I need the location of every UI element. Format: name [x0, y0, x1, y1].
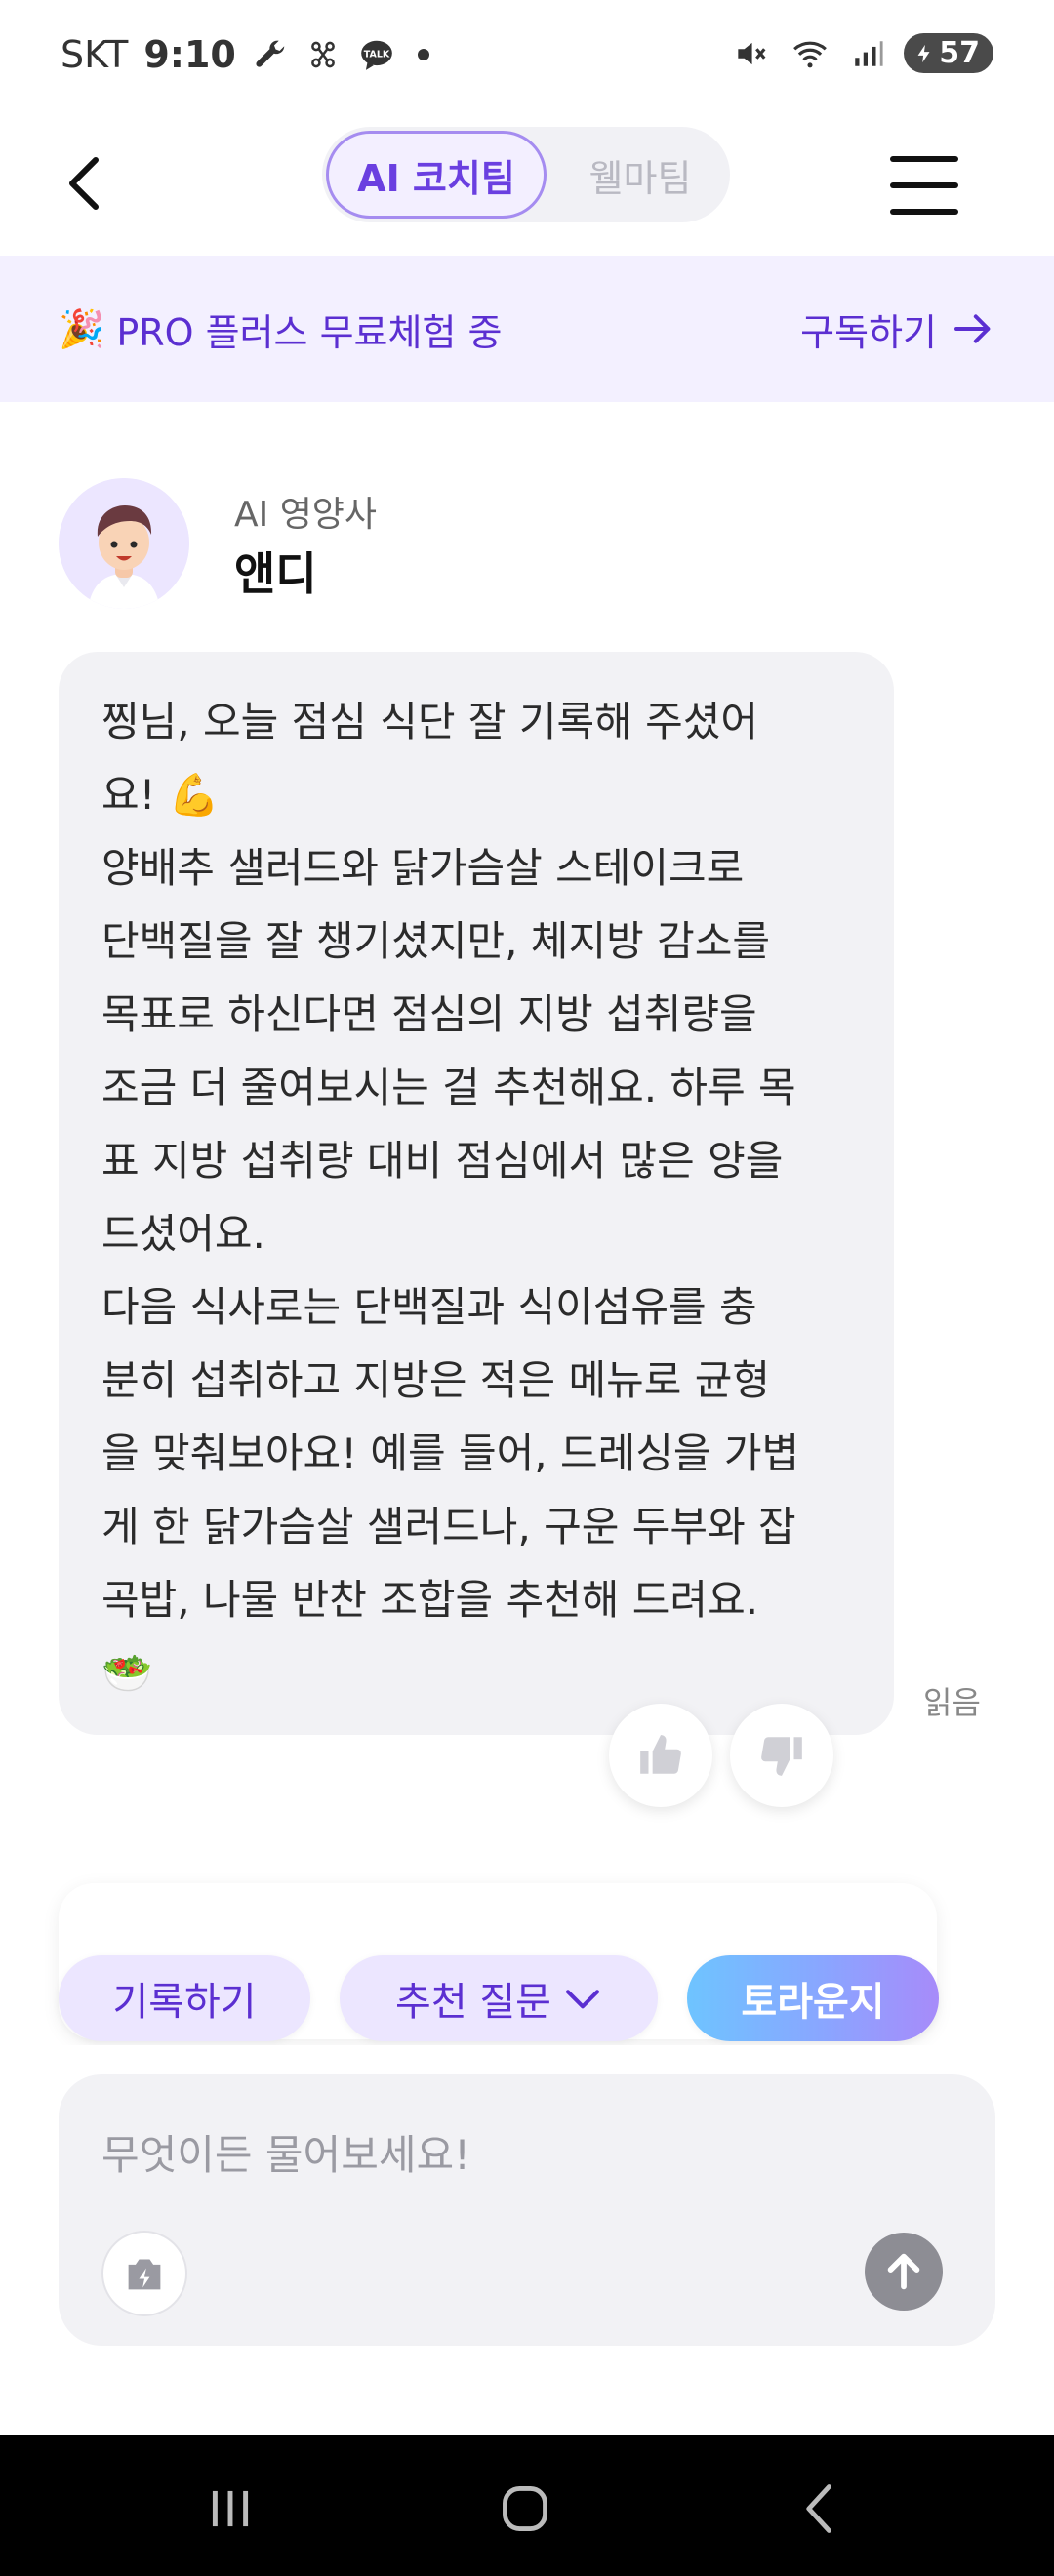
promo-info: 🎉 PRO 플러스 무료체험 중 — [59, 302, 502, 356]
mute-icon — [738, 42, 766, 64]
message-line: 조금 더 줄여보시는 걸 추천해요. 하루 목 — [101, 1064, 796, 1111]
home-button[interactable] — [486, 2475, 564, 2543]
tab-ai-coach-team[interactable]: AI 코치팀 — [326, 131, 547, 219]
recent-apps-button[interactable] — [191, 2475, 269, 2543]
signal-icon — [855, 40, 883, 66]
arrow-right-icon — [954, 314, 991, 343]
wrench-icon — [256, 40, 285, 67]
suggested-questions-chip[interactable]: 추천 질문 — [340, 1955, 658, 2041]
message-line: 분히 섭취하고 지방은 적은 메뉴로 균형 — [101, 1356, 770, 1404]
camera-flash-icon — [128, 2259, 161, 2290]
system-nav-bar — [0, 2435, 1054, 2576]
notification-icons: TALK — [252, 36, 433, 73]
tab-wellma-team[interactable]: 웰마팀 — [552, 131, 728, 219]
talk-lounge-chip[interactable]: 토라운지 — [687, 1955, 939, 2041]
team-switcher: AI 코치팀 웰마팀 — [322, 127, 730, 222]
arrow-up-icon — [887, 2253, 920, 2290]
chat-input[interactable] — [101, 2125, 941, 2184]
bot-name: 앤디 — [234, 547, 317, 600]
subscribe-label: 구독하기 — [800, 310, 937, 354]
record-chip-label: 기록하기 — [112, 1980, 257, 2025]
avatar[interactable] — [59, 478, 189, 609]
quick-actions: 기록하기 추천 질문 토라운지 — [0, 1955, 1054, 2045]
salad-emoji: 🥗 — [101, 1649, 153, 1697]
chat-input-box — [59, 2074, 995, 2346]
message-line: 표 지방 섭취량 대비 점심에서 많은 양을 — [101, 1137, 784, 1185]
party-icon: 🎉 — [59, 306, 105, 350]
like-button[interactable] — [609, 1704, 712, 1807]
recent-apps-icon — [212, 2490, 249, 2527]
message-line: 드셨어요. — [101, 1210, 265, 1258]
promo-banner[interactable]: 🎉 PRO 플러스 무료체험 중 구독하기 — [0, 256, 1054, 402]
thumbs-down-icon — [761, 1737, 802, 1776]
back-button[interactable] — [55, 144, 113, 222]
promo-text: PRO 플러스 무료체험 중 — [116, 310, 503, 354]
talk-lounge-label: 토라운지 — [741, 1980, 885, 2025]
message-line: 목표로 하신다면 점심의 지방 섭취량을 — [101, 990, 757, 1038]
wifi-icon — [793, 41, 828, 67]
message-line: 곡밥, 나물 반찬 조합을 추천해 드려요. — [101, 1576, 759, 1624]
talk-icon: TALK — [361, 40, 392, 70]
battery-icon: 57 — [904, 33, 993, 73]
chevron-left-icon — [69, 157, 99, 210]
send-button[interactable] — [865, 2233, 943, 2311]
home-icon — [503, 2486, 547, 2531]
read-receipt: 읽음 — [923, 1684, 981, 1721]
thumbs-up-icon — [640, 1735, 681, 1774]
chat-message-bubble: 찡님, 오늘 점심 식단 잘 기록해 주셨어 요! 💪 양배추 샐러드와 닭가슴… — [59, 652, 894, 1735]
bot-role: AI 영양사 — [234, 495, 378, 535]
battery-level: 57 — [939, 36, 980, 70]
hamburger-line — [890, 209, 958, 215]
hamburger-icon — [890, 156, 958, 162]
message-line: 단백질을 잘 챙기셨지만, 체지방 감소를 — [101, 917, 770, 965]
suggested-questions-label: 추천 질문 — [395, 1980, 551, 2025]
app-header: AI 코치팀 웰마팀 — [0, 117, 1054, 254]
message-line: 요! 💪 — [101, 771, 221, 819]
sim-icon — [310, 41, 335, 68]
record-chip[interactable]: 기록하기 — [59, 1955, 310, 2041]
clock: 9:10 — [143, 33, 236, 76]
message-line: 게 한 닭가슴살 샐러드나, 구운 두부와 잡 — [101, 1503, 796, 1550]
status-left: SKT 9:10 TALK — [61, 33, 433, 76]
hamburger-line — [890, 182, 958, 188]
svg-text:TALK: TALK — [364, 49, 390, 60]
status-right: 57 — [732, 33, 993, 73]
subscribe-link[interactable]: 구독하기 — [800, 302, 995, 356]
message-line: 찡님, 오늘 점심 식단 잘 기록해 주셨어 — [101, 698, 759, 745]
dot-icon — [417, 49, 429, 60]
message-line: 양배추 샐러드와 닭가슴살 스테이크로 — [101, 844, 745, 892]
menu-button[interactable] — [890, 156, 958, 215]
divider — [0, 2045, 1054, 2074]
message-line: 을 맞춰보아요! 예를 들어, 드레싱을 가볍 — [101, 1429, 800, 1477]
chevron-down-icon — [565, 1990, 599, 2009]
message-line: 다음 식사로는 단백질과 식이섬유를 충 — [101, 1283, 757, 1331]
dislike-button[interactable] — [730, 1704, 833, 1807]
back-arrow-icon — [806, 2484, 831, 2533]
status-bar: SKT 9:10 TALK 57 — [0, 0, 1054, 117]
camera-button[interactable] — [101, 2231, 187, 2316]
system-back-button[interactable] — [781, 2475, 859, 2543]
carrier-label: SKT — [61, 33, 129, 76]
nutritionist-avatar-icon — [59, 478, 189, 609]
bot-profile: AI 영양사 앤디 — [59, 478, 995, 615]
